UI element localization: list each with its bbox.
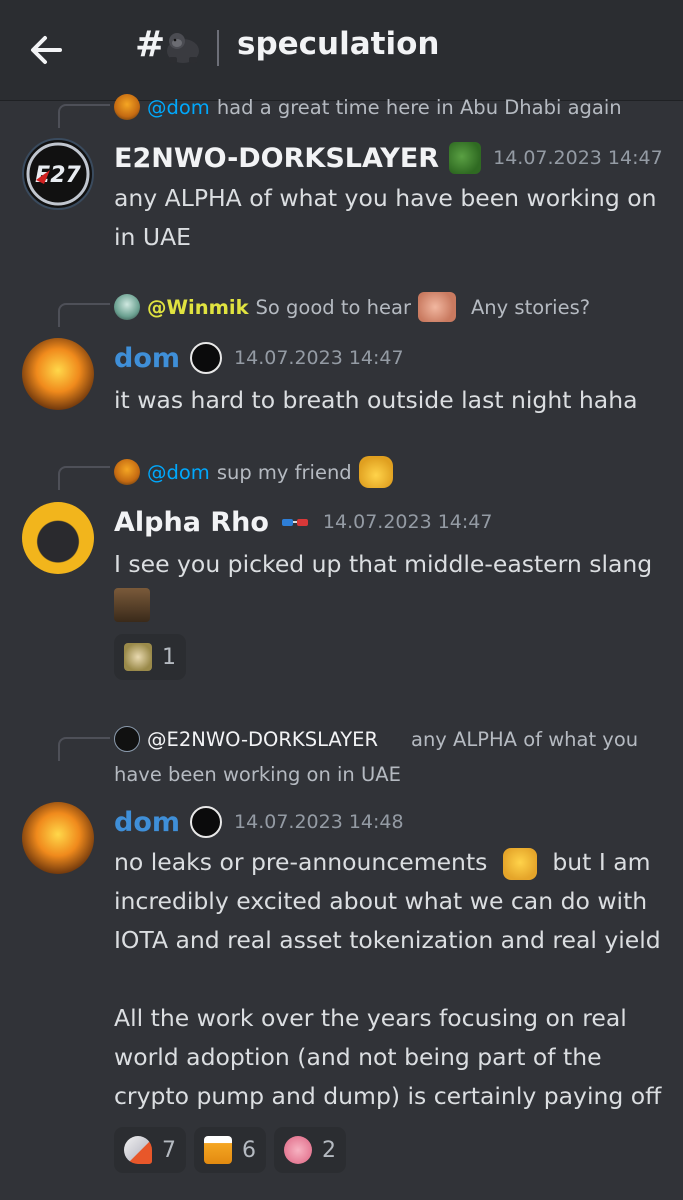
reactions: 7 6 2 (114, 1127, 346, 1173)
reply-text: sup my friend (216, 460, 352, 484)
reaction-count: 2 (322, 1137, 336, 1163)
reaction-count: 7 (162, 1137, 176, 1163)
message-text: I see you picked up that middle-eastern … (114, 550, 653, 578)
reactions: 1 (114, 634, 186, 680)
brain-emoji (284, 1136, 312, 1164)
reply-text: had a great time here in Abu Dhabi again (216, 95, 622, 119)
folded-hands-emoji (502, 847, 537, 880)
timestamp: 14.07.2023 14:48 (234, 811, 404, 833)
channel-hash: # (135, 24, 166, 65)
author-name[interactable]: dom (114, 807, 180, 838)
reaction-beer[interactable]: 6 (194, 1127, 266, 1173)
author-name[interactable]: dom (114, 343, 180, 374)
reply-mention[interactable]: @dom (147, 96, 210, 119)
bird-emoji (124, 643, 152, 671)
avatar-dom[interactable] (22, 802, 94, 874)
author-name[interactable]: E2NWO-DORKSLAYER (114, 143, 439, 174)
reply-text: any ALPHA of what you have been working … (114, 728, 639, 786)
avatar-e2nwo[interactable]: E27 (22, 138, 94, 210)
reply-text-2: Any stories? (470, 295, 591, 319)
avatar-dom[interactable] (22, 338, 94, 410)
reply-preview[interactable]: @Winmik So good to hear Any stories? (114, 292, 590, 322)
reply-preview[interactable]: @dom sup my friend (114, 456, 393, 488)
reaction-brain[interactable]: 2 (274, 1127, 346, 1173)
reply-connector (58, 737, 110, 761)
dom-mini-avatar (114, 459, 140, 485)
leonardo-emoji (114, 587, 150, 622)
message-text-1a: no leaks or pre-announcements (114, 848, 488, 876)
winmik-mini-avatar (114, 294, 140, 320)
iota-badge-icon (190, 342, 223, 374)
message-content: any ALPHA of what you have been working … (114, 184, 657, 251)
header-divider (217, 30, 219, 66)
reply-mention[interactable]: @dom (147, 461, 210, 484)
message-content: it was hard to breath outside last night… (114, 386, 638, 414)
funny-face-emoji (417, 292, 456, 322)
reaction-bird[interactable]: 1 (114, 634, 186, 680)
reaction-count: 6 (242, 1137, 256, 1163)
channel-header: # speculation (0, 0, 683, 100)
reply-connector (58, 466, 110, 490)
reply-connector (58, 104, 110, 128)
reply-preview[interactable]: @dom had a great time here in Abu Dhabi … (114, 94, 622, 120)
timestamp: 14.07.2023 14:47 (234, 347, 404, 369)
reply-connector (58, 303, 110, 327)
gorilla-icon (167, 33, 199, 63)
reply-text: So good to hear (255, 295, 411, 319)
timestamp: 14.07.2023 14:47 (322, 511, 493, 533)
author-name[interactable]: Alpha Rho (114, 507, 269, 538)
channel-name[interactable]: speculation (237, 26, 439, 62)
reply-mention[interactable]: @Winmik (147, 296, 249, 319)
raised-hands-emoji (358, 456, 393, 488)
pepe-badge-icon (449, 142, 482, 174)
reaction-count: 1 (162, 644, 176, 670)
dom-mini-avatar (114, 94, 140, 120)
message-text-2: All the work over the years focusing on … (114, 1004, 662, 1110)
e27-logo-icon: E27 (26, 142, 90, 206)
3d-glasses-icon (281, 519, 308, 526)
back-arrow-icon[interactable] (26, 30, 66, 70)
timestamp: 14.07.2023 14:47 (493, 147, 663, 169)
iota-badge-icon (190, 806, 223, 838)
rocket-emoji (124, 1136, 152, 1164)
avatar-alpha-rho[interactable] (22, 502, 94, 574)
message-content: no leaks or pre-announcements but I am i… (114, 843, 674, 1116)
reaction-rocket[interactable]: 7 (114, 1127, 186, 1173)
beer-emoji (204, 1136, 232, 1164)
message-content: I see you picked up that middle-eastern … (114, 545, 674, 623)
svg-text:E27: E27 (35, 163, 81, 188)
